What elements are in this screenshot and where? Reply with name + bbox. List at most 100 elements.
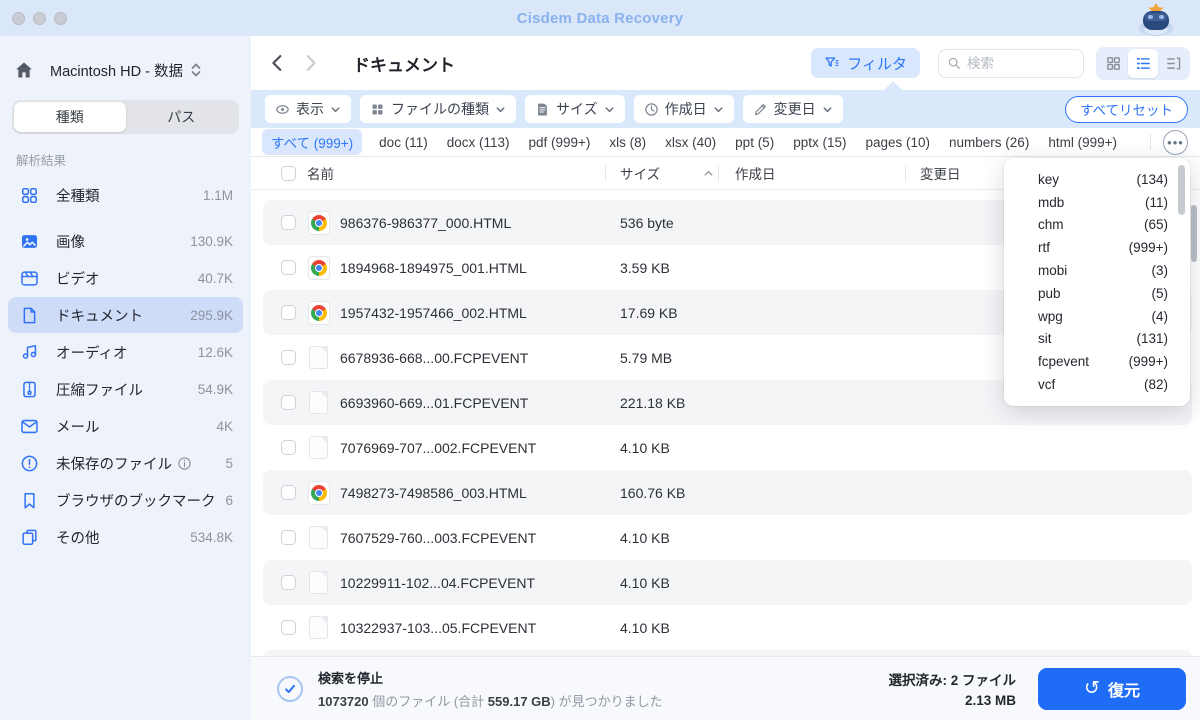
device-selector[interactable]: Macintosh HD - 数据: [8, 54, 243, 86]
sidebar-item[interactable]: 全種類 1.1M: [8, 177, 243, 213]
document-icon: [20, 306, 39, 325]
type-tab[interactable]: xlsx (40): [663, 132, 718, 153]
selected-files: 選択済み: 2 ファイル: [888, 673, 1016, 688]
filter-chip[interactable]: サイズ: [525, 95, 625, 123]
type-tab[interactable]: numbers (26): [947, 132, 1031, 153]
preview-view-button[interactable]: [1158, 49, 1188, 78]
divider: [1150, 134, 1151, 150]
row-checkbox[interactable]: [281, 575, 296, 590]
restore-icon: ↺: [1084, 678, 1100, 699]
type-tab[interactable]: pages (10): [863, 132, 932, 153]
row-checkbox[interactable]: [281, 350, 296, 365]
sort-asc-icon[interactable]: [703, 168, 714, 179]
sidebar: Macintosh HD - 数据 種類 パス 解析結果 全種類 1.1M 画像…: [0, 36, 251, 720]
search-input[interactable]: [967, 55, 1075, 71]
dropdown-item[interactable]: chm (65): [1004, 214, 1190, 237]
type-tab[interactable]: ppt (5): [733, 132, 776, 153]
size-icon: [535, 102, 550, 117]
dropdown-item[interactable]: vcf (82): [1004, 373, 1190, 396]
archive-icon: [20, 380, 39, 399]
dropdown-item[interactable]: rtf (999+): [1004, 236, 1190, 259]
type-tab[interactable]: html (999+): [1046, 132, 1119, 153]
dropdown-item[interactable]: sit (131): [1004, 328, 1190, 351]
stop-search-button[interactable]: 検索を停止: [318, 668, 663, 687]
grid-view-button[interactable]: [1098, 49, 1128, 78]
dropdown-item[interactable]: mobi (3): [1004, 259, 1190, 282]
recover-button[interactable]: ↺ 復元: [1038, 667, 1186, 710]
filter-chip[interactable]: 作成日: [633, 95, 734, 123]
filter-button[interactable]: フィルタ: [811, 48, 920, 78]
table-row[interactable]: 7076969-707...002.FCPEVENT 4.10 KB: [263, 425, 1192, 470]
table-row[interactable]: 10229911-102...04.FCPEVENT 4.10 KB: [263, 560, 1192, 605]
row-checkbox[interactable]: [281, 215, 296, 230]
scan-complete-icon: [277, 675, 303, 702]
back-button[interactable]: [267, 52, 289, 74]
info-icon[interactable]: [177, 456, 192, 471]
column-created[interactable]: 作成日: [735, 163, 776, 183]
sidebar-item[interactable]: メール 4K: [8, 408, 243, 444]
tab-path[interactable]: パス: [126, 102, 238, 132]
dropdown-item[interactable]: key (134): [1004, 168, 1190, 191]
dropdown-item[interactable]: mdb (11): [1004, 191, 1190, 214]
table-row[interactable]: 7607529-760...003.FCPEVENT 4.10 KB: [263, 515, 1192, 560]
page-title: ドキュメント: [353, 55, 455, 75]
type-tab[interactable]: pptx (15): [791, 132, 848, 153]
column-size[interactable]: サイズ: [620, 163, 660, 183]
type-tab[interactable]: すべて (999+): [262, 129, 363, 155]
sidebar-item-list: 全種類 1.1M 画像 130.9K ビデオ 40.7K ドキュメント 295.…: [8, 177, 243, 555]
file-icon: [308, 435, 330, 460]
sidebar-item[interactable]: 画像 130.9K: [8, 223, 243, 259]
type-tab[interactable]: doc (11): [377, 132, 430, 153]
titlebar: Cisdem Data Recovery: [0, 0, 1200, 36]
chevron-down-icon: [822, 104, 833, 115]
image-icon: [20, 232, 39, 251]
tab-kind[interactable]: 種類: [14, 102, 126, 132]
html-icon: [308, 300, 330, 325]
row-checkbox[interactable]: [281, 440, 296, 455]
row-checkbox[interactable]: [281, 485, 296, 500]
type-tab[interactable]: pdf (999+): [526, 132, 592, 153]
app-window: Cisdem Data Recovery Macintosh HD - 数据 種…: [0, 0, 1200, 720]
select-all-checkbox[interactable]: [281, 165, 296, 181]
row-checkbox[interactable]: [281, 395, 296, 410]
type-tab[interactable]: docx (113): [445, 132, 512, 153]
column-divider: [718, 165, 719, 182]
sidebar-item[interactable]: ビデオ 40.7K: [8, 260, 243, 296]
table-row[interactable]: 7498273-7498586_003.HTML 160.76 KB: [263, 470, 1192, 515]
filter-chip-list: 表示 ファイルの種類 サイズ 作成日 変更日: [265, 95, 843, 123]
alltypes-icon: [20, 186, 39, 205]
filter-chip[interactable]: 表示: [265, 95, 351, 123]
search-box: [938, 48, 1084, 78]
more-types-button[interactable]: •••: [1163, 129, 1188, 155]
sidebar-item[interactable]: ドキュメント 295.9K: [8, 297, 243, 333]
forward-button[interactable]: [299, 52, 321, 74]
dropdown-item[interactable]: wpg (4): [1004, 305, 1190, 328]
file-icon: [308, 525, 330, 550]
row-checkbox[interactable]: [281, 305, 296, 320]
column-modified[interactable]: 変更日: [920, 163, 961, 183]
dropdown-item[interactable]: pub (5): [1004, 282, 1190, 305]
filter-chip[interactable]: 変更日: [742, 95, 843, 123]
types-icon: [370, 102, 385, 117]
chevron-down-icon: [495, 104, 506, 115]
row-checkbox[interactable]: [281, 530, 296, 545]
window-scrollbar-thumb[interactable]: [1191, 205, 1197, 262]
sidebar-item[interactable]: 未保存のファイル 5: [8, 445, 243, 481]
column-name[interactable]: 名前: [307, 163, 334, 183]
row-checkbox[interactable]: [281, 260, 296, 275]
sidebar-item[interactable]: 圧縮ファイル 54.9K: [8, 371, 243, 407]
dropdown-scrollbar-thumb[interactable]: [1178, 165, 1185, 215]
file-icon: [308, 345, 330, 370]
sidebar-item[interactable]: その他 534.8K: [8, 519, 243, 555]
reset-all-button[interactable]: すべてリセット: [1064, 95, 1188, 123]
row-checkbox[interactable]: [281, 620, 296, 635]
type-tab[interactable]: xls (8): [607, 132, 648, 153]
dropdown-item[interactable]: fcpevent (999+): [1004, 350, 1190, 373]
list-view-button[interactable]: [1128, 48, 1158, 78]
sidebar-item[interactable]: オーディオ 12.6K: [8, 334, 243, 370]
filter-chip[interactable]: ファイルの種類: [360, 95, 516, 123]
table-row[interactable]: 10322937-103...05.FCPEVENT 4.10 KB: [263, 605, 1192, 650]
scan-status: 検索を停止 1073720 個のファイル (合計 559.17 GB) が見つか…: [318, 668, 663, 710]
sidebar-item[interactable]: ブラウザのブックマーク 6: [8, 482, 243, 518]
mail-icon: [20, 417, 39, 436]
